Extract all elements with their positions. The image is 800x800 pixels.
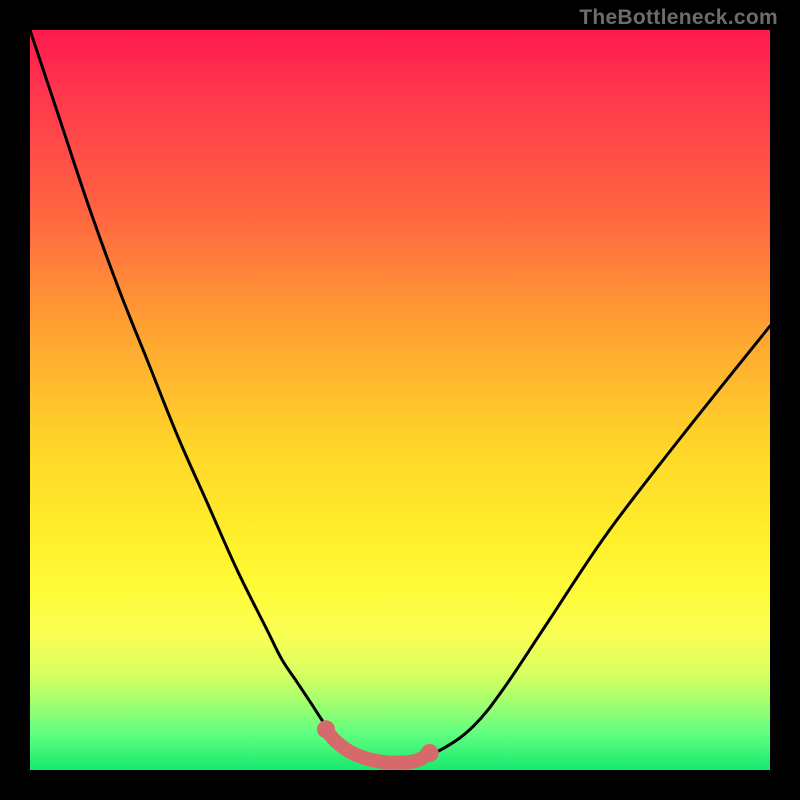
highlight-endpoint-dot	[421, 744, 439, 762]
highlight-curve-path	[326, 729, 430, 762]
bottleneck-curve	[30, 30, 770, 770]
highlight-endpoint-dot	[317, 720, 335, 738]
main-curve-path	[30, 30, 770, 763]
bottleneck-gradient-plot	[30, 30, 770, 770]
attribution-text: TheBottleneck.com	[579, 6, 778, 30]
